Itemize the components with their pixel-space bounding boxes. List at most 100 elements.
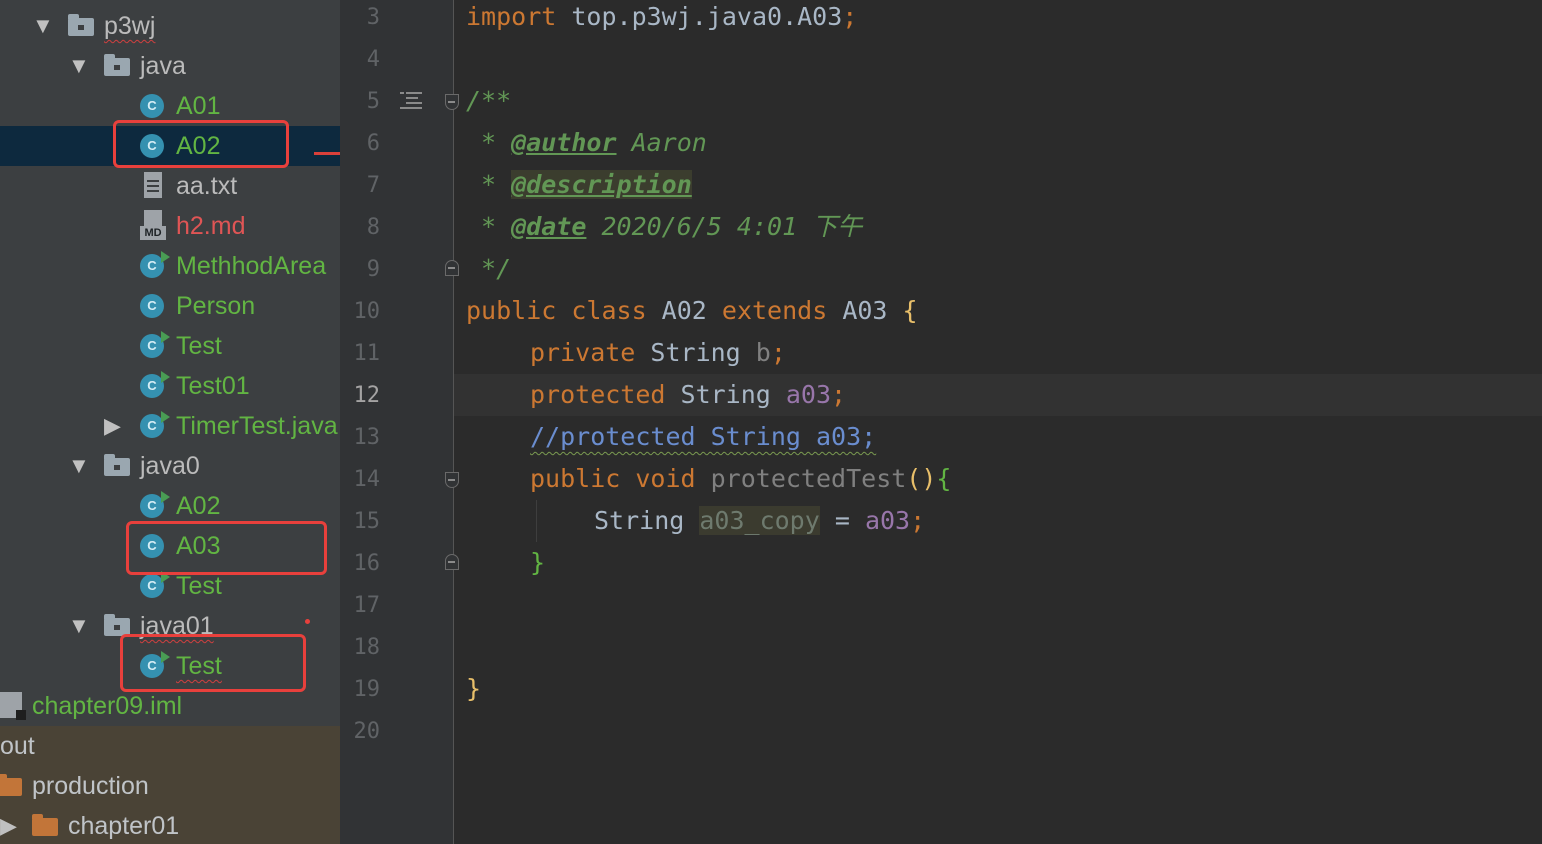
tree-row-h2-md[interactable]: MD h2.md [0,206,340,246]
tree-row-a01[interactable]: C A01 [0,86,340,126]
code-line-6: * @author Aaron [466,128,707,157]
line-number: 3 [366,5,380,30]
code-line-15: String a03_copy = a03; [594,506,926,535]
code-line-12: protected String a03; [530,380,847,409]
expand-arrow-icon[interactable]: ▼ [68,446,90,486]
tree-item-label: java01 [140,612,214,640]
line-number: 11 [353,341,381,366]
runnable-class-icon: C [140,491,170,518]
project-tree: ▼ p3wj ▼ java C A01 C A02 aa.txt MD h2.m… [0,0,340,844]
expand-arrow-icon[interactable]: ▼ [32,6,54,46]
tree-row-timertest[interactable]: ▶ C TimerTest.java [0,406,340,446]
line-number: 7 [366,173,380,198]
code-line-8: * @date 2020/6/5 4:01 下午 [466,212,863,241]
tree-row-java0[interactable]: ▼ java0 [0,446,340,486]
line-number: 14 [353,467,381,492]
tree-row-java01-test[interactable]: C Test [0,646,340,686]
code-line-5: /** [466,86,512,115]
code-line-9: */ [466,254,512,283]
markdown-file-icon: MD [140,210,166,240]
runnable-class-icon: C [140,651,170,678]
tree-item-label: A02 [176,132,221,160]
folder-icon [32,814,58,836]
tree-item-label: Test01 [176,372,250,400]
error-dot [305,619,310,624]
tree-item-label: Person [176,292,256,320]
fold-end-icon[interactable] [445,554,459,570]
code-line-19: } [466,674,482,703]
line-number: 6 [366,131,380,156]
tree-row-test01[interactable]: C Test01 [0,366,340,406]
package-folder-icon [68,14,94,36]
tree-row-out[interactable]: out [0,726,340,766]
collapse-arrow-icon[interactable]: ▶ [104,406,124,446]
line-number: 19 [353,677,381,702]
line-number: 13 [353,425,381,450]
tree-row-person[interactable]: C Person [0,286,340,326]
fold-end-icon[interactable] [445,260,459,276]
indent-guide [536,500,537,542]
runnable-class-icon: C [140,251,170,278]
fold-collapse-icon[interactable] [445,94,459,110]
tree-row-test[interactable]: C Test [0,326,340,366]
tree-item-label: Test [176,652,222,680]
tree-item-label: Test [176,572,222,600]
code-line-3: import top.p3wj.java0.A03; [466,2,858,31]
code-line-7: * @description [466,170,692,199]
line-number: 17 [353,593,381,618]
tree-row-java0-test[interactable]: C Test [0,566,340,606]
line-number: 18 [353,635,381,660]
line-number: 20 [353,719,381,744]
tree-row-java[interactable]: ▼ java [0,46,340,86]
line-number: 9 [366,257,380,282]
tree-item-label: p3wj [104,12,156,40]
line-number: 4 [366,47,380,72]
tree-row-a03[interactable]: C A03 [0,526,340,566]
class-icon: C [140,534,164,558]
render-doc-icon[interactable] [400,92,422,110]
package-folder-icon [104,54,130,76]
tree-row-chapter01[interactable]: ▶ chapter01 [0,806,340,844]
line-number-current: 12 [353,383,381,408]
code-line-14: public void protectedTest(){ [530,464,952,493]
tree-item-label: A02 [176,492,221,520]
gutter-divider [453,0,454,844]
tree-row-production[interactable]: production [0,766,340,806]
annotation-mark [314,152,340,155]
tree-item-label: A03 [176,532,221,560]
tree-row-java01[interactable]: ▼ java01 [0,606,340,646]
class-icon: C [140,134,164,158]
line-number: 10 [353,299,381,324]
code-line-11: private String b; [530,338,786,367]
tree-row-aa-txt[interactable]: aa.txt [0,166,340,206]
code-line-13: //protected String a03; [530,422,877,451]
line-number: 5 [366,89,380,114]
tree-item-label: chapter01 [68,812,180,840]
tree-row-chapter09-iml[interactable]: chapter09.iml [0,686,340,726]
tree-item-label: MethhodArea [176,252,327,280]
collapse-arrow-icon[interactable]: ▶ [0,806,20,844]
code-line-10: public class A02 extends A03 { [466,296,918,325]
runnable-class-icon: C [140,331,170,358]
tree-row-a02-selected[interactable]: C A02 [0,126,340,166]
tree-item-label: aa.txt [176,172,238,200]
folder-icon [0,774,22,796]
class-icon: C [140,294,164,318]
tree-item-label: TimerTest.java [176,412,338,440]
package-folder-icon [104,614,130,636]
tree-row-p3wj[interactable]: ▼ p3wj [0,6,340,46]
tree-row-java0-a02[interactable]: C A02 [0,486,340,526]
tree-row-methhodarea[interactable]: C MethhodArea [0,246,340,286]
tree-item-label: chapter09.iml [32,692,183,720]
line-number: 15 [353,509,381,534]
tree-item-label: A01 [176,92,221,120]
runnable-class-icon: C [140,371,170,398]
fold-collapse-icon[interactable] [445,472,459,488]
class-icon: C [140,94,164,118]
module-file-icon [0,692,26,720]
expand-arrow-icon[interactable]: ▼ [68,46,90,86]
line-number: 16 [353,551,381,576]
tree-item-label: h2.md [176,212,246,240]
expand-arrow-icon[interactable]: ▼ [68,606,90,646]
package-folder-icon [104,454,130,476]
